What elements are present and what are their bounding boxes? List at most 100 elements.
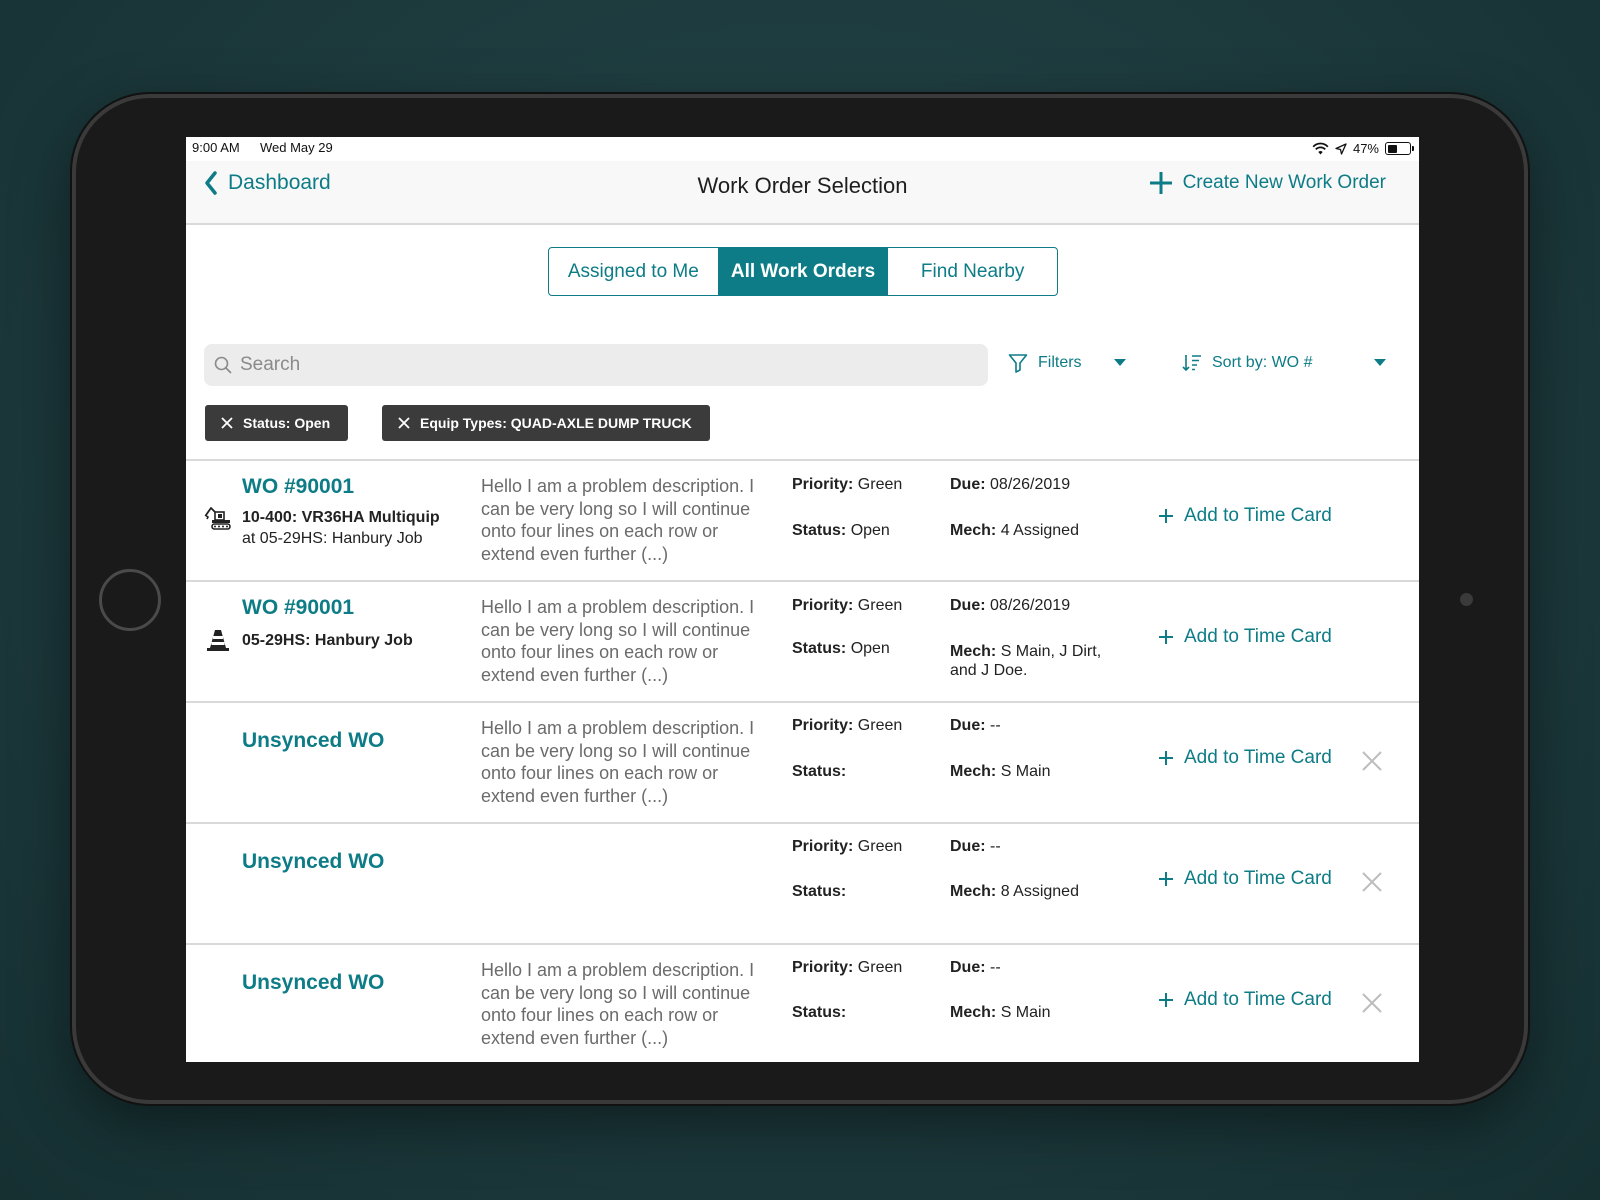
mech-value: S Main [1000, 763, 1051, 780]
add-to-time-card-button[interactable]: Add to Time Card [1158, 989, 1332, 1011]
tab-assigned-to-me[interactable]: Assigned to Me [549, 248, 719, 295]
due-label: Due: [950, 959, 986, 976]
search-bar[interactable] [204, 344, 988, 386]
view-tabs: Assigned to Me All Work Orders Find Near… [548, 247, 1058, 296]
filter-chip-equip-types[interactable]: Equip Types: QUAD-AXLE DUMP TRUCK [382, 405, 710, 441]
priority-value: Green [857, 959, 903, 976]
mech-label: Mech: [950, 1004, 997, 1021]
chip-label: Status: Open [243, 415, 331, 431]
add-to-time-card-button[interactable]: Add to Time Card [1158, 747, 1332, 769]
due-field: Due: 08/26/2019 [950, 476, 1070, 494]
close-icon[interactable] [1360, 991, 1384, 1015]
job-name: 05-29HS: Hanbury Job [242, 632, 413, 649]
plus-icon [1159, 630, 1173, 644]
due-value: -- [990, 717, 1001, 734]
work-order-title[interactable]: WO #90001 [242, 596, 354, 620]
work-order-row[interactable]: Unsynced WO Priority: Green Status: Due:… [186, 824, 1419, 945]
status-label: Status: [792, 640, 847, 657]
priority-label: Priority: [792, 717, 854, 734]
close-icon[interactable] [398, 417, 410, 429]
battery-percent: 47% [1352, 141, 1379, 156]
sort-button[interactable]: Sort by: WO # [1182, 353, 1387, 373]
plus-icon [1149, 172, 1172, 194]
mech-label: Mech: [950, 763, 997, 780]
add-to-time-card-label: Add to Time Card [1184, 505, 1332, 526]
problem-description: Hello I am a problem description. I can … [481, 960, 755, 1048]
work-order-row[interactable]: WO #90001 05-29HS: Hanbury Job Hello I a… [186, 582, 1419, 703]
filters-label: Filters [1038, 354, 1082, 371]
sort-icon [1182, 355, 1201, 372]
work-order-title[interactable]: WO #90001 [242, 475, 354, 499]
camera [1460, 593, 1473, 606]
work-order-title[interactable]: Unsynced WO [242, 729, 384, 753]
status-right: 47% [1312, 141, 1414, 156]
priority-field: Priority: Green [792, 959, 902, 977]
due-label: Due: [950, 597, 986, 614]
problem-description: Hello I am a problem description. I can … [481, 718, 755, 806]
status-label: Status: [792, 1004, 847, 1021]
priority-label: Priority: [792, 476, 854, 493]
work-order-equipment: 10-400: VR36HA Multiquip at 05-29HS: Han… [242, 507, 440, 549]
status-field: Status: [792, 883, 846, 901]
filters-button[interactable]: Filters [1008, 353, 1126, 373]
add-to-time-card-label: Add to Time Card [1184, 747, 1332, 768]
caret-down-icon [1374, 359, 1387, 366]
close-icon[interactable] [1360, 749, 1384, 773]
mech-label: Mech: [950, 522, 997, 539]
tab-all-work-orders[interactable]: All Work Orders [718, 248, 889, 295]
due-field: Due: -- [950, 717, 1001, 735]
add-to-time-card-button[interactable]: Add to Time Card [1158, 626, 1332, 648]
add-to-time-card-button[interactable]: Add to Time Card [1158, 868, 1332, 890]
due-value: -- [990, 838, 1001, 855]
add-to-time-card-button[interactable]: Add to Time Card [1158, 505, 1332, 527]
status-field: Status: [792, 763, 846, 781]
mech-label: Mech: [950, 883, 997, 900]
priority-field: Priority: Green [792, 838, 902, 856]
search-icon [214, 356, 232, 374]
search-input[interactable] [240, 354, 940, 376]
due-label: Due: [950, 717, 986, 734]
work-order-equipment: 05-29HS: Hanbury Job [242, 630, 413, 651]
due-value: 08/26/2019 [990, 597, 1071, 614]
add-to-time-card-label: Add to Time Card [1184, 989, 1332, 1010]
add-to-time-card-label: Add to Time Card [1184, 626, 1332, 647]
work-order-title[interactable]: Unsynced WO [242, 971, 384, 995]
create-work-order-button[interactable]: Create New Work Order [1149, 171, 1386, 195]
chip-label: Equip Types: QUAD-AXLE DUMP TRUCK [420, 415, 692, 431]
status-time: 9:00 AM [192, 140, 240, 155]
priority-label: Priority: [792, 597, 854, 614]
screen: 9:00 AM Wed May 29 47% Dashboard Work Or… [186, 137, 1419, 1062]
close-icon[interactable] [221, 417, 233, 429]
due-field: Due: -- [950, 959, 1001, 977]
priority-field: Priority: Green [792, 476, 902, 494]
traffic-cone-icon [207, 630, 229, 651]
status-date: Wed May 29 [260, 140, 333, 155]
status-value: Open [850, 640, 890, 657]
close-icon[interactable] [1360, 870, 1384, 894]
priority-value: Green [857, 597, 903, 614]
mech-label: Mech: [950, 643, 997, 660]
work-order-row[interactable]: WO #90001 10-400: VR36HA Multiquip at 05… [186, 461, 1419, 582]
due-label: Due: [950, 476, 986, 493]
due-label: Due: [950, 838, 986, 855]
status-label: Status: [792, 522, 847, 539]
status-label: Status: [792, 763, 847, 780]
equipment-name: 10-400: VR36HA Multiquip [242, 509, 440, 526]
create-label: Create New Work Order [1182, 172, 1386, 193]
home-button[interactable] [99, 569, 161, 631]
status-value: Open [850, 522, 890, 539]
battery-fill [1387, 144, 1398, 153]
work-order-list: WO #90001 10-400: VR36HA Multiquip at 05… [186, 459, 1419, 1062]
mech-value: S Main [1000, 1004, 1051, 1021]
filter-chip-status[interactable]: Status: Open [205, 405, 349, 441]
sort-label: Sort by: WO # [1212, 354, 1313, 371]
work-order-row[interactable]: Unsynced WO Hello I am a problem descrip… [186, 703, 1419, 824]
mech-value: 4 Assigned [1000, 522, 1079, 539]
problem-description: Hello I am a problem description. I can … [481, 476, 755, 564]
priority-value: Green [857, 476, 903, 493]
due-value: 08/26/2019 [990, 476, 1071, 493]
work-order-title[interactable]: Unsynced WO [242, 850, 384, 874]
work-order-row[interactable]: Unsynced WO Hello I am a problem descrip… [186, 945, 1419, 1062]
tab-find-nearby[interactable]: Find Nearby [888, 248, 1057, 295]
status-field: Status: Open [792, 522, 890, 540]
